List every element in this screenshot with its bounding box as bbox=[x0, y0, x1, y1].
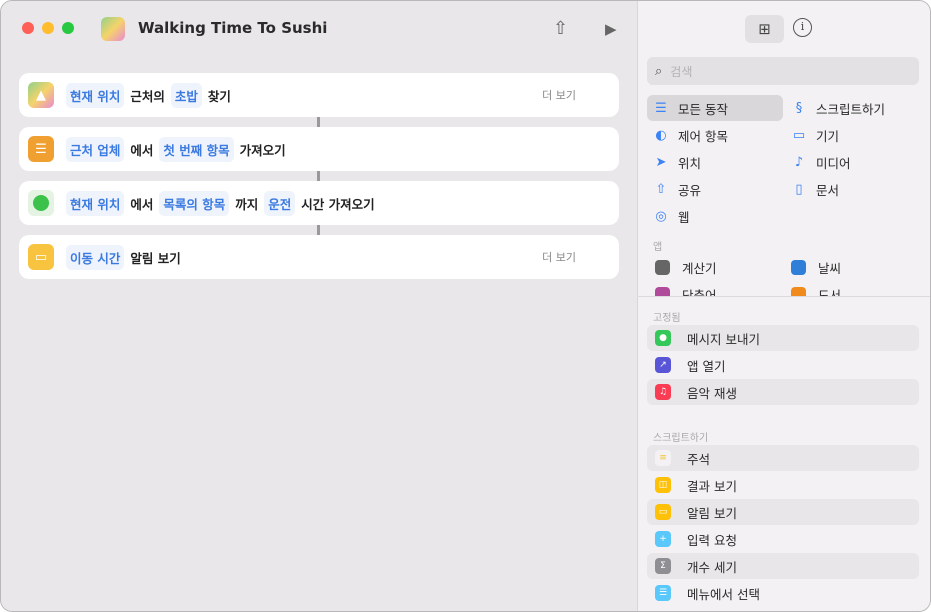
action-icon: + bbox=[655, 531, 671, 547]
category-icon: ◐ bbox=[655, 127, 667, 143]
maps-app-icon bbox=[101, 17, 125, 41]
action-item[interactable]: Σ 개수 세기 bbox=[647, 553, 919, 579]
maps-icon: ▲ bbox=[28, 82, 54, 108]
category-item[interactable]: ⇧ 공유 bbox=[653, 176, 701, 202]
share-icon[interactable]: ⇧ bbox=[553, 18, 568, 39]
action-item[interactable]: ≡ 주석 bbox=[647, 445, 919, 471]
close-button[interactable] bbox=[22, 22, 34, 34]
zoom-button[interactable] bbox=[62, 22, 74, 34]
parameter-token[interactable]: 이동 시간 bbox=[66, 244, 125, 270]
action-item[interactable]: ◫ 결과 보기 bbox=[647, 472, 919, 498]
category-icon: ☰ bbox=[655, 100, 667, 116]
action-card[interactable]: ▲ 현재 위치 근처의 초밥 찾기 더 보기 bbox=[19, 73, 619, 117]
connector bbox=[317, 117, 320, 127]
app-icon bbox=[791, 259, 806, 275]
app-item[interactable]: 계산기 bbox=[655, 257, 717, 280]
action-item[interactable]: ♫ 음악 재생 bbox=[647, 379, 919, 405]
minimize-button[interactable] bbox=[42, 22, 54, 34]
app-item[interactable]: 도서 bbox=[791, 281, 841, 296]
action-icon: ♫ bbox=[655, 384, 671, 400]
action-item[interactable]: ● 메시지 보내기 bbox=[647, 325, 919, 351]
shortcuts-window: Walking Time To Sushi ⇧ ▶ ▲ 현재 위치 근처의 초밥 찾기 더… bbox=[0, 0, 931, 612]
category-item[interactable]: ▭ 기기 bbox=[791, 122, 839, 148]
action-text: 가져오기 bbox=[239, 142, 286, 158]
parameter-token[interactable]: 현재 위치 bbox=[66, 82, 125, 108]
category-icon: ➤ bbox=[655, 154, 667, 170]
category-icon: ▭ bbox=[792, 127, 806, 143]
app-icon bbox=[791, 286, 806, 296]
category-icon: ♪ bbox=[794, 154, 804, 170]
apps-header: 앱 bbox=[653, 242, 663, 253]
app-icon bbox=[655, 259, 670, 275]
app-icon bbox=[655, 286, 670, 296]
action-icon: ☰ bbox=[655, 585, 671, 601]
action-item[interactable]: ↗ 앱 열기 bbox=[647, 352, 919, 378]
list-icon: ☰ bbox=[28, 136, 54, 162]
action-icon: ↗ bbox=[655, 357, 671, 373]
parameter-token[interactable]: 초밥 bbox=[170, 82, 202, 108]
action-icon: ▭ bbox=[655, 504, 671, 520]
action-text: 알림 보기 bbox=[130, 250, 181, 266]
parameter-token[interactable]: 근처 업체 bbox=[66, 136, 125, 162]
category-item[interactable]: ◐ 제어 항목 bbox=[653, 122, 728, 148]
parameter-token[interactable]: 목록의 항목 bbox=[159, 190, 230, 216]
category-icon: ◎ bbox=[655, 208, 667, 224]
category-item[interactable]: ▯ 문서 bbox=[791, 176, 839, 202]
parameter-token[interactable]: 첫 번째 항목 bbox=[159, 136, 234, 162]
library-toggle-icon[interactable]: ⊞ bbox=[745, 15, 784, 43]
category-item[interactable]: ☰ 모든 동작 bbox=[647, 95, 783, 121]
connector bbox=[317, 171, 320, 181]
category-icon: ▯ bbox=[795, 181, 803, 197]
app-item[interactable]: 날씨 bbox=[791, 257, 841, 280]
action-text: 까지 bbox=[235, 196, 259, 212]
pinned-header: 고정됨 bbox=[653, 313, 681, 324]
action-item[interactable]: ▭ 알림 보기 bbox=[647, 499, 919, 525]
category-item[interactable]: ◎ 웹 bbox=[653, 203, 689, 229]
parameter-token[interactable]: 운전 bbox=[264, 190, 296, 216]
search-input[interactable]: ⌕ 검색 bbox=[647, 57, 919, 85]
app-item[interactable]: 단축어 bbox=[655, 281, 717, 296]
action-card[interactable]: 현재 위치 에서 목록의 항목 까지 운전 시간 가져오기 bbox=[19, 181, 619, 225]
action-text: 근처의 bbox=[130, 88, 165, 104]
action-text: 에서 bbox=[130, 196, 154, 212]
action-icon: Σ bbox=[655, 558, 671, 574]
action-icon: ● bbox=[655, 330, 671, 346]
search-icon: ⌕ bbox=[655, 63, 663, 79]
play-icon[interactable]: ▶ bbox=[605, 20, 617, 38]
action-card[interactable]: ☰ 근처 업체 에서 첫 번째 항목 가져오기 bbox=[19, 127, 619, 171]
parameter-token[interactable]: 현재 위치 bbox=[66, 190, 125, 216]
divider bbox=[637, 296, 930, 297]
connector bbox=[317, 225, 320, 235]
info-icon[interactable]: i bbox=[793, 18, 812, 37]
category-item[interactable]: § 스크립트하기 bbox=[791, 95, 885, 121]
category-item[interactable]: ➤ 위치 bbox=[653, 149, 701, 175]
show-more-button[interactable]: 더 보기 bbox=[542, 87, 576, 103]
action-text: 시간 가져오기 bbox=[301, 196, 375, 212]
action-item[interactable]: + 입력 요청 bbox=[647, 526, 919, 552]
editor-pane: Walking Time To Sushi ⇧ ▶ ▲ 현재 위치 근처의 초밥 찾기 더… bbox=[1, 1, 637, 611]
action-icon: ◫ bbox=[655, 477, 671, 493]
clock-icon bbox=[28, 190, 54, 216]
action-item[interactable]: ☰ 메뉴에서 선택 bbox=[647, 580, 919, 606]
category-icon: ⇧ bbox=[655, 181, 667, 197]
category-icon: § bbox=[795, 100, 803, 116]
category-item[interactable]: ♪ 미디어 bbox=[791, 149, 851, 175]
alert-icon: ▭ bbox=[28, 244, 54, 270]
window-title: Walking Time To Sushi bbox=[138, 19, 328, 37]
action-icon: ≡ bbox=[655, 450, 671, 466]
show-more-button[interactable]: 더 보기 bbox=[542, 249, 576, 265]
action-text: 찾기 bbox=[207, 88, 231, 104]
action-text: 에서 bbox=[130, 142, 154, 158]
action-card[interactable]: ▭ 이동 시간 알림 보기 더 보기 bbox=[19, 235, 619, 279]
scripting-header: 스크립트하기 bbox=[653, 433, 709, 444]
